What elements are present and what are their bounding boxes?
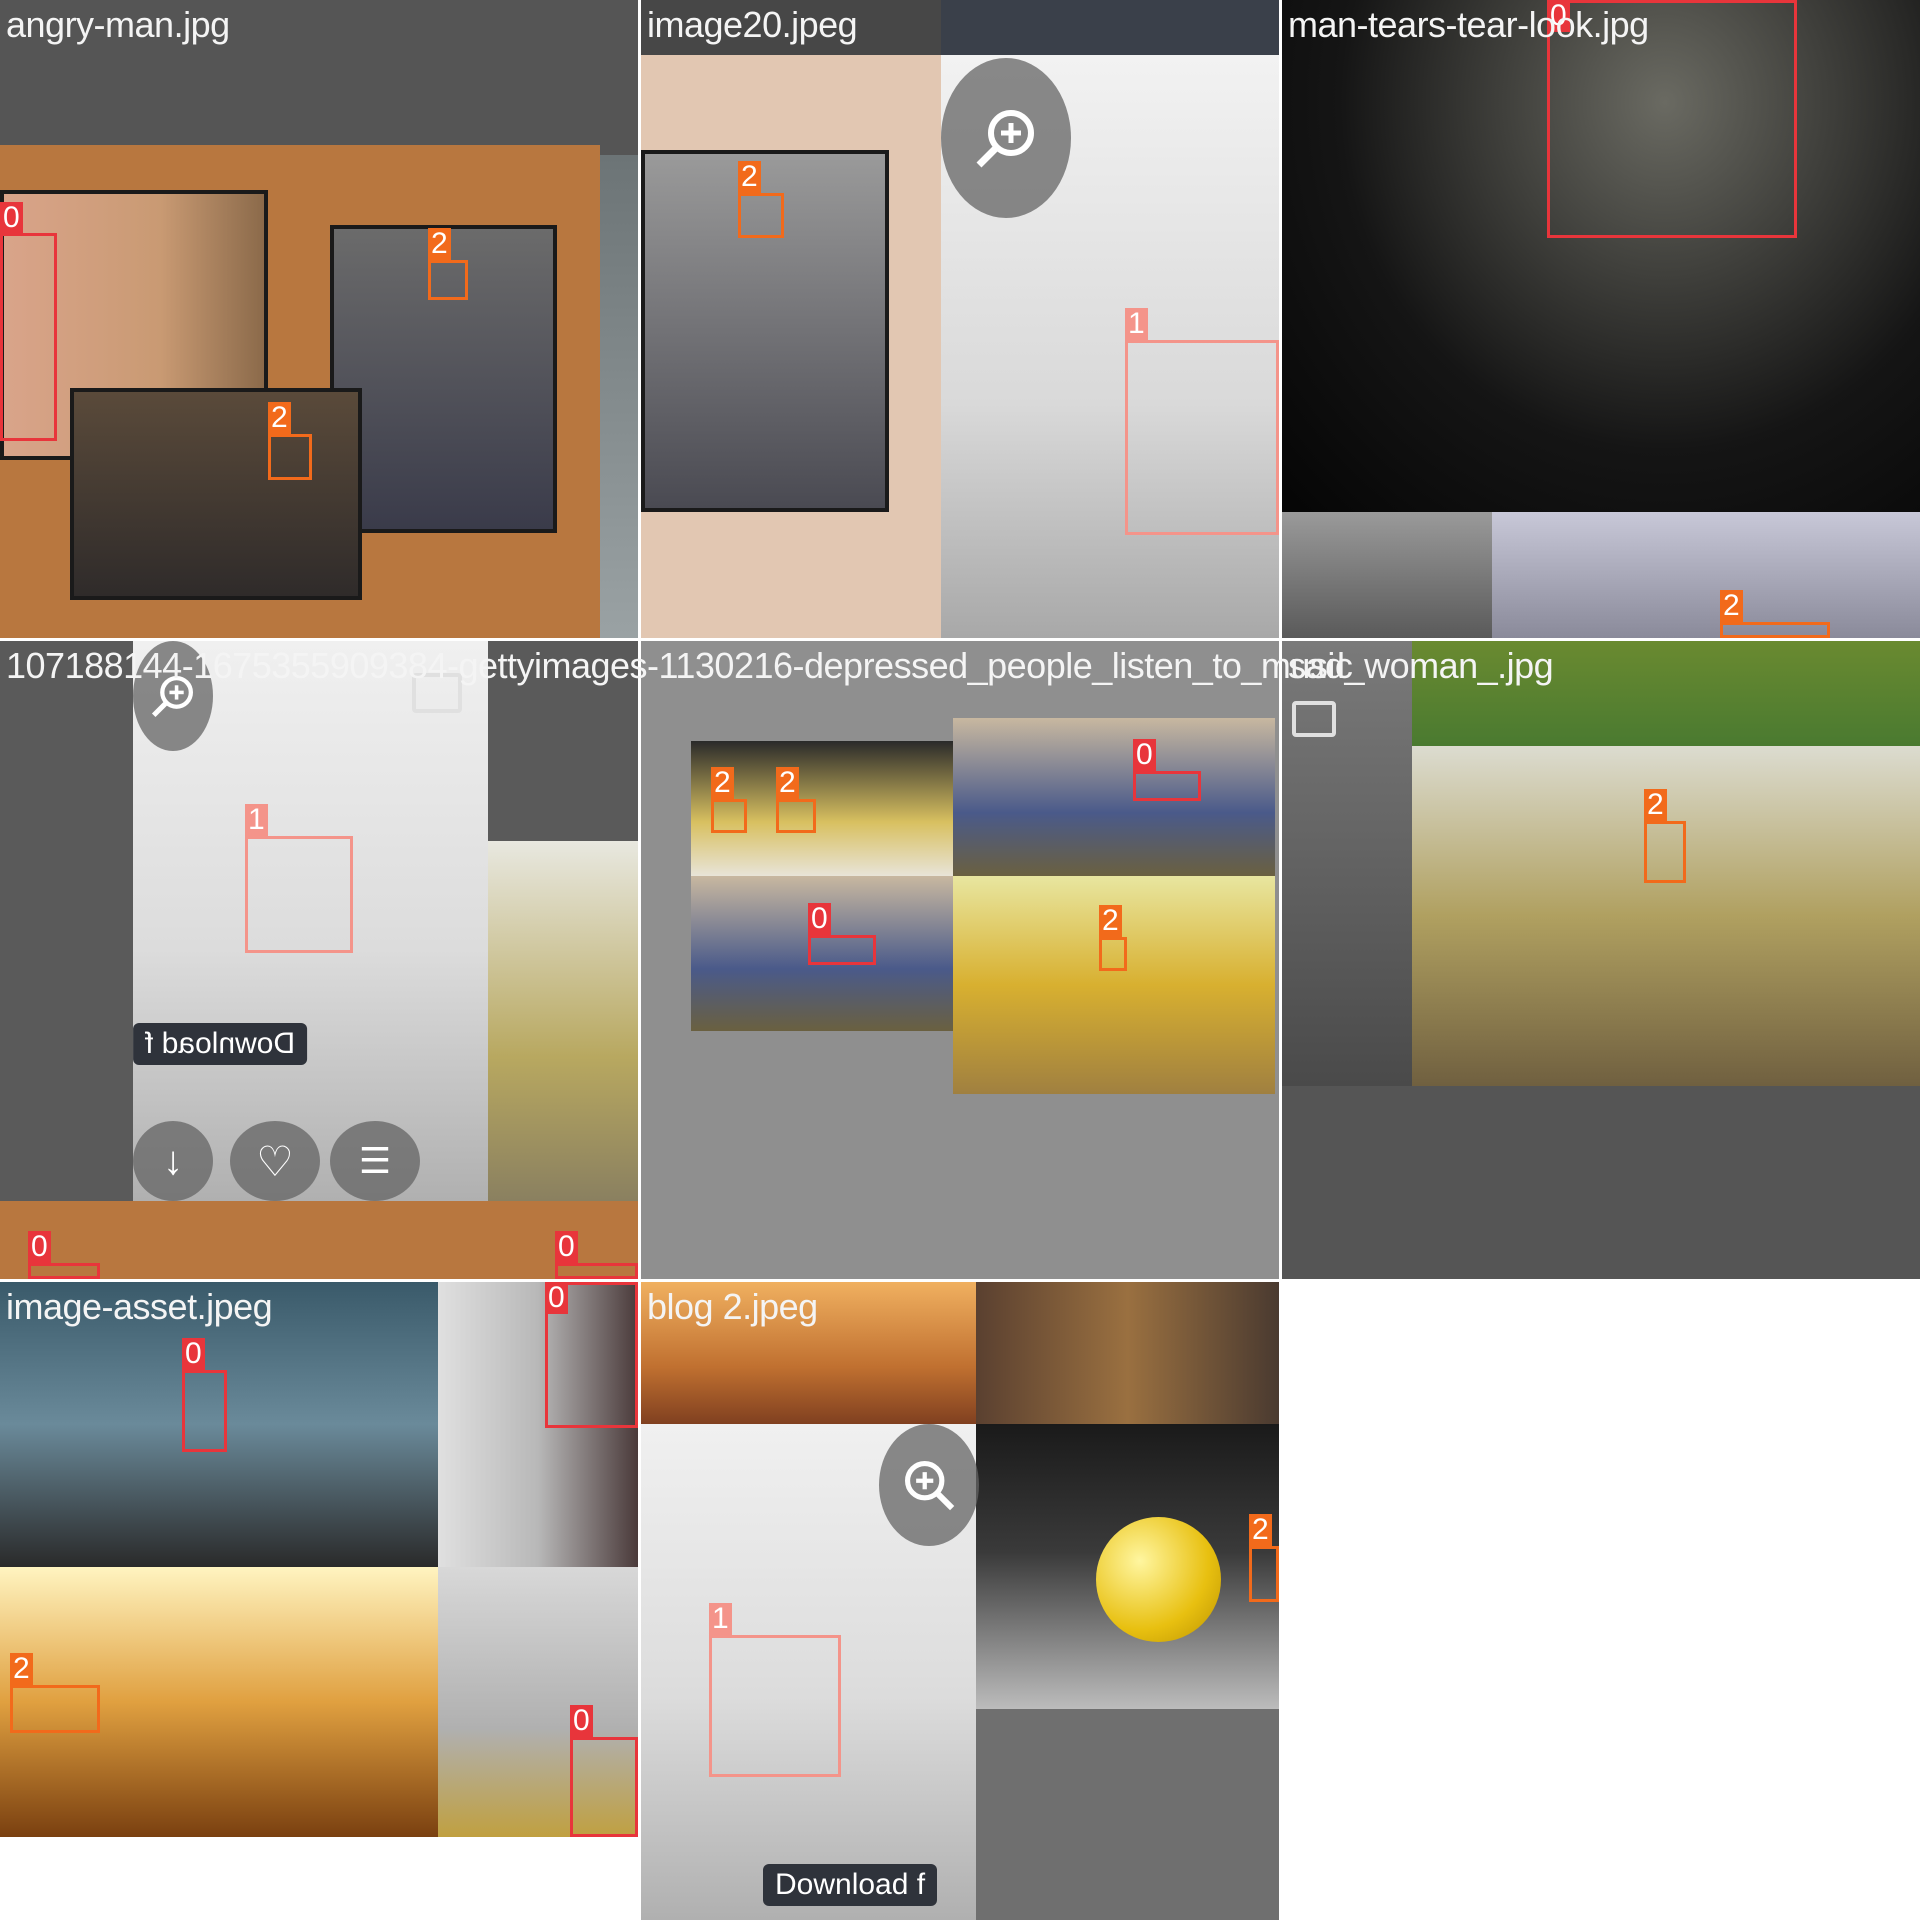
bbox-class-0 [1133,771,1201,801]
smoke-strip [600,155,638,638]
bbox-label: 1 [245,804,268,836]
bbox-label: 1 [1125,308,1148,340]
bbox-class-0 [570,1737,638,1837]
photo-background [1282,1086,1920,1279]
bbox-class-2 [1644,821,1686,883]
bbox-class-2 [738,193,784,238]
bbox-label: 0 [182,1338,205,1370]
mosaic-tile-7: 0 0 2 0 image-asset.jpeg [0,1282,638,1920]
bbox-label: 2 [268,402,291,434]
bbox-class-0 [555,1263,638,1279]
zoom-in-icon[interactable] [941,58,1071,218]
bbox-class-2 [711,799,747,833]
bbox-label: 2 [10,1653,33,1685]
download-tooltip: Download f [133,1023,308,1065]
bbox-label: 2 [738,161,761,193]
bbox-label: 0 [570,1705,593,1737]
bbox-class-0 [0,233,57,441]
bbox-class-2 [776,799,816,833]
bbox-class-0 [28,1263,100,1279]
tile-filename: sad_woman_.jpg [1288,645,1554,686]
photo-frame [70,388,362,600]
photo-background [0,1837,638,1920]
tile-filename: man-tears-tear-look.jpg [1288,4,1649,45]
bbox-label: 0 [1133,739,1156,771]
tile-filename: 107188144-1675355909384-gettyimages-1130… [6,645,1353,686]
bbox-label: 0 [28,1231,51,1263]
bbox-label: 0 [555,1231,578,1263]
download-icon[interactable]: ↓ [133,1121,213,1201]
bbox-class-2 [268,434,312,480]
forest-photo [488,841,638,1201]
photo-background [941,0,1279,55]
heart-icon[interactable]: ♡ [230,1121,320,1201]
tile-filename: blog 2.jpeg [647,1286,818,1327]
bbox-label: 2 [1720,590,1743,622]
tile-filename: image20.jpeg [647,4,858,45]
mosaic-tile-3: 0 2 man-tears-tear-look.jpg [1282,0,1920,638]
bbox-class-2 [1249,1546,1279,1602]
mosaic-tile-2: 2 1 image20.jpeg [641,0,1279,638]
bbox-label: 2 [1099,905,1122,937]
tile-filename: image-asset.jpeg [6,1286,273,1327]
bbox-label: 0 [545,1282,568,1314]
zoom-in-icon[interactable] [879,1424,979,1546]
bbox-label: 1 [709,1603,732,1635]
bbox-class-1 [245,836,353,953]
mosaic-tile-4: Download f ↓ ♡ ☰ 1 0 0 [0,641,638,1279]
mosaic-tile-6: 2 sad_woman_.jpg [1282,641,1920,1279]
tile-filename: angry-man.jpg [6,4,230,45]
bbox-label: 2 [776,767,799,799]
mosaic-tile-8: Download f 1 2 blog 2.jpeg [641,1282,1279,1920]
bbox-class-1 [709,1635,841,1777]
stack-icon[interactable] [1292,701,1336,737]
mosaic-tile-1: 0 2 2 angry-man.jpg [0,0,638,638]
bbox-class-2 [1099,937,1127,971]
bbox-label: 0 [0,202,23,234]
mosaic-tile-5: 2 2 0 0 2 [641,641,1279,1279]
man-sleeping-photo [953,718,1275,876]
smiley-ball [1096,1517,1221,1642]
bbox-class-1 [1125,340,1279,535]
bbox-class-0 [182,1370,227,1452]
stack-icon[interactable]: ☰ [330,1121,420,1201]
photo-background [976,1709,1279,1920]
bbox-label: 2 [711,767,734,799]
bbox-label: 0 [808,903,831,935]
bbox-label: 2 [1249,1514,1272,1546]
photo-background [1282,512,1492,638]
bbox-class-2 [1720,622,1830,638]
bbox-class-2 [428,260,468,300]
bbox-class-2 [10,1685,100,1733]
bbox-class-0 [808,935,876,965]
download-tooltip: Download f [763,1864,938,1906]
plaid-photo [976,1282,1279,1424]
photo-background [1492,512,1920,638]
bbox-label: 2 [1644,789,1667,821]
bbox-label: 2 [428,228,451,260]
